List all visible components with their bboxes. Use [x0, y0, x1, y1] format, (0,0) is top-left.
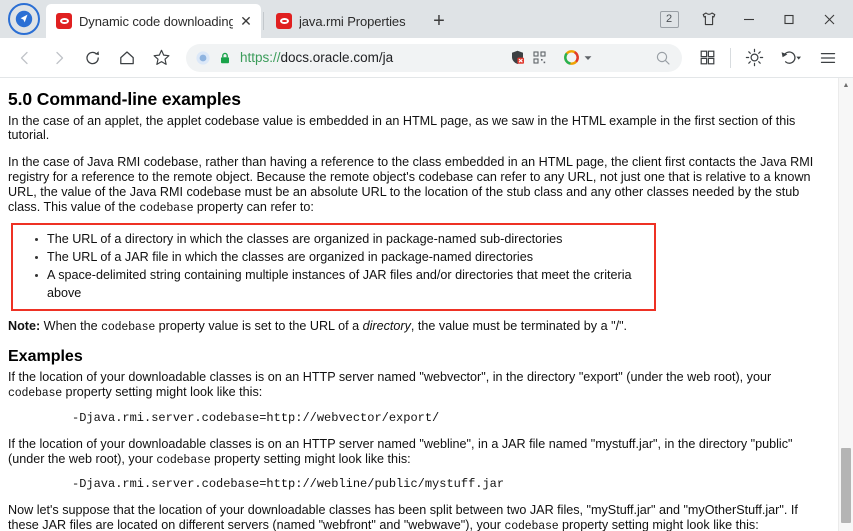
scroll-up-arrow-icon[interactable]: ▲: [839, 78, 853, 92]
url-text[interactable]: https://docs.oracle.com/ja: [240, 50, 506, 65]
reload-icon[interactable]: [76, 42, 110, 74]
tab-count-value: 2: [659, 10, 679, 28]
inline-code-codebase: codebase: [139, 201, 194, 215]
tab-java-rmi-properties[interactable]: java.rmi Properties: [266, 4, 416, 38]
code-example-webline: -Djava.rmi.server.codebase=http://weblin…: [72, 477, 505, 492]
page-scrollbar[interactable]: ▲: [838, 78, 853, 531]
search-icon[interactable]: [652, 47, 674, 69]
chevron-down-icon[interactable]: [582, 47, 594, 69]
sun-icon[interactable]: [737, 42, 771, 74]
inline-code-codebase: codebase: [504, 520, 559, 531]
paragraph-text-b: property setting might look like this:: [210, 451, 411, 466]
url-host-path: docs.oracle.com/ja: [280, 50, 394, 65]
qr-code-icon[interactable]: [528, 47, 550, 69]
inline-code-codebase: codebase: [8, 387, 63, 401]
list-item: A space-delimited string containing mult…: [35, 267, 654, 303]
tab-count-badge[interactable]: 2: [649, 2, 689, 36]
window-controls: 2: [649, 0, 853, 38]
opera-search-icon[interactable]: [560, 47, 582, 69]
paragraph-text-b: property setting might look like this:: [62, 385, 263, 400]
browser-toolbar: https://docs.oracle.com/ja: [0, 38, 853, 78]
close-window-button[interactable]: [809, 2, 849, 36]
url-scheme: https://: [240, 50, 281, 65]
address-bar-actions: [506, 47, 674, 69]
scrollbar-thumb[interactable]: [841, 448, 851, 523]
oracle-favicon-icon: [276, 13, 292, 29]
tab-title: java.rmi Properties: [299, 13, 406, 29]
grid-apps-icon[interactable]: [690, 42, 724, 74]
new-tab-button[interactable]: +: [422, 4, 456, 38]
address-bar[interactable]: https://docs.oracle.com/ja: [186, 43, 682, 72]
shield-blocked-icon[interactable]: [506, 47, 528, 69]
inline-code-codebase: codebase: [101, 320, 156, 334]
highlighted-bullet-box: The URL of a directory in which the clas…: [11, 223, 656, 311]
minimize-button[interactable]: [729, 2, 769, 36]
home-icon[interactable]: [110, 42, 144, 74]
tab-close-icon[interactable]: ✕: [237, 12, 255, 30]
history-back-icon[interactable]: [771, 42, 811, 74]
codebase-refers-to-list: The URL of a directory in which the clas…: [13, 231, 654, 303]
note-label: Note:: [8, 318, 41, 333]
page-title: 5.0 Command-line examples: [8, 89, 241, 109]
paragraph-text-a: In the case of Java RMI codebase, rather…: [8, 155, 814, 214]
theme-shirt-icon[interactable]: [689, 2, 729, 36]
forward-button[interactable]: [42, 42, 76, 74]
note-italic-directory: directory: [362, 318, 411, 333]
paragraph-text-b: property can refer to:: [193, 199, 314, 214]
back-button[interactable]: [8, 42, 42, 74]
star-icon[interactable]: [144, 42, 178, 74]
opera-logo[interactable]: [8, 3, 40, 35]
paragraph-rmi-codebase: In the case of Java RMI codebase, rather…: [8, 155, 828, 215]
paragraph-text-b: property setting might look like this:: [558, 518, 759, 531]
tab-title: Dynamic code downloading u: [79, 13, 233, 29]
page-content: 5.0 Command-line examples In the case of…: [0, 78, 838, 531]
note-text-c: , the value must be terminated by a "/".: [410, 318, 628, 333]
lock-icon[interactable]: [214, 47, 236, 69]
oracle-favicon-icon: [56, 13, 72, 29]
browser-window: Dynamic code downloading u ✕ java.rmi Pr…: [0, 0, 853, 531]
note-text-b: property value is set to the URL of a: [155, 318, 363, 333]
examples-heading: Examples: [8, 348, 83, 366]
tab-dynamic-code-downloading[interactable]: Dynamic code downloading u ✕: [46, 4, 261, 38]
paragraph-split-jars: Now let's suppose that the location of y…: [8, 503, 828, 531]
paragraph-webvector: If the location of your downloadable cla…: [8, 370, 828, 400]
list-item: The URL of a JAR file in which the class…: [35, 249, 654, 267]
tab-divider: [263, 12, 264, 30]
paragraph-applet-codebase: In the case of an applet, the applet cod…: [8, 113, 796, 143]
maximize-button[interactable]: [769, 2, 809, 36]
code-example-webvector: -Djava.rmi.server.codebase=http://webvec…: [72, 410, 440, 425]
tab-strip: Dynamic code downloading u ✕ java.rmi Pr…: [0, 0, 853, 38]
page-viewport: 5.0 Command-line examples In the case of…: [0, 78, 853, 531]
toolbar-divider: [730, 47, 731, 68]
hamburger-menu-icon[interactable]: [811, 42, 845, 74]
paragraph-text-a: If the location of your downloadable cla…: [8, 370, 772, 385]
paragraph-webline: If the location of your downloadable cla…: [8, 437, 828, 467]
note-line: Note: When the codebase property value i…: [8, 319, 828, 335]
note-text-a: When the: [40, 318, 102, 333]
inline-code-codebase: codebase: [156, 453, 211, 467]
list-item: The URL of a directory in which the clas…: [35, 231, 654, 249]
site-badge-icon[interactable]: [192, 47, 214, 69]
